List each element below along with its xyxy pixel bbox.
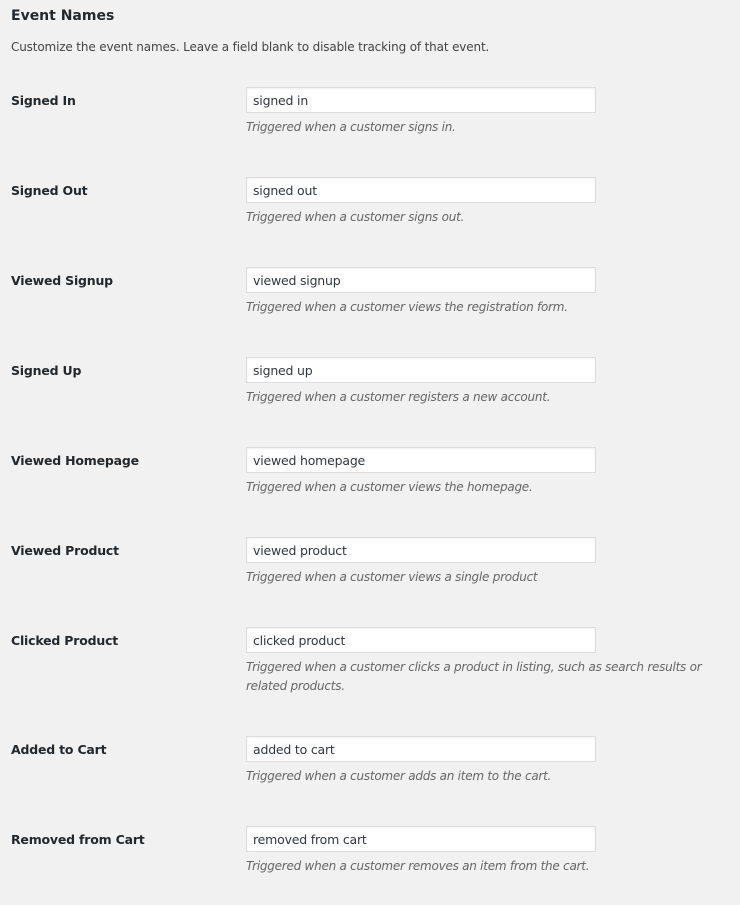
field-cell: Triggered when a customer clicks a produ… [246, 616, 740, 725]
field-row-added-to-cart: Added to Cart Triggered when a customer … [0, 725, 740, 815]
field-description: Triggered when a customer views the regi… [246, 300, 568, 314]
field-cell: Triggered when a customer adds an item t… [246, 725, 740, 815]
field-label: Added to Cart [11, 742, 107, 757]
field-label: Signed Up [11, 363, 82, 378]
field-cell: Triggered when a customer views the regi… [246, 256, 740, 346]
viewed-homepage-input[interactable] [246, 447, 596, 473]
field-row-viewed-product: Viewed Product Triggered when a customer… [0, 526, 740, 616]
field-row-viewed-signup: Viewed Signup Triggered when a customer … [0, 256, 740, 346]
field-description: Triggered when a customer registers a ne… [246, 390, 551, 404]
field-row-clicked-product: Clicked Product Triggered when a custome… [0, 616, 740, 725]
field-label: Signed Out [11, 183, 88, 198]
signed-out-input[interactable] [246, 177, 596, 203]
field-label: Signed In [11, 93, 76, 108]
field-cell: Triggered when a customer views the home… [246, 436, 740, 526]
field-label: Viewed Signup [11, 273, 113, 288]
field-description: Triggered when a customer removes an ite… [246, 859, 590, 873]
field-label: Viewed Product [11, 543, 119, 558]
field-cell: Triggered when a customer views a single… [246, 526, 740, 616]
removed-from-cart-input[interactable] [246, 826, 596, 852]
signed-up-input[interactable] [246, 357, 596, 383]
field-description: Triggered when a customer views a single… [246, 570, 538, 584]
field-description: Triggered when a customer adds an item t… [246, 769, 552, 783]
field-description: Triggered when a customer clicks a produ… [246, 660, 702, 693]
clicked-product-input[interactable] [246, 627, 596, 653]
field-label: Clicked Product [11, 633, 119, 648]
field-row-signed-in: Signed In Triggered when a customer sign… [0, 76, 740, 166]
added-to-cart-input[interactable] [246, 736, 596, 762]
section-intro: Customize the event names. Leave a field… [11, 40, 490, 54]
section-title: Event Names [11, 8, 115, 24]
field-cell: Triggered when a customer signs in. [246, 76, 740, 166]
field-cell: Triggered when a customer registers a ne… [246, 346, 740, 436]
event-names-form: Signed In Triggered when a customer sign… [0, 76, 740, 905]
viewed-product-input[interactable] [246, 537, 596, 563]
viewed-signup-input[interactable] [246, 267, 596, 293]
field-cell: Triggered when a customer signs out. [246, 166, 740, 256]
field-label: Viewed Homepage [11, 453, 139, 468]
field-description: Triggered when a customer views the home… [246, 480, 533, 494]
field-row-viewed-homepage: Viewed Homepage Triggered when a custome… [0, 436, 740, 526]
signed-in-input[interactable] [246, 87, 596, 113]
field-row-signed-out: Signed Out Triggered when a customer sig… [0, 166, 740, 256]
field-row-signed-up: Signed Up Triggered when a customer regi… [0, 346, 740, 436]
field-description: Triggered when a customer signs in. [246, 120, 456, 134]
field-description: Triggered when a customer signs out. [246, 210, 465, 224]
